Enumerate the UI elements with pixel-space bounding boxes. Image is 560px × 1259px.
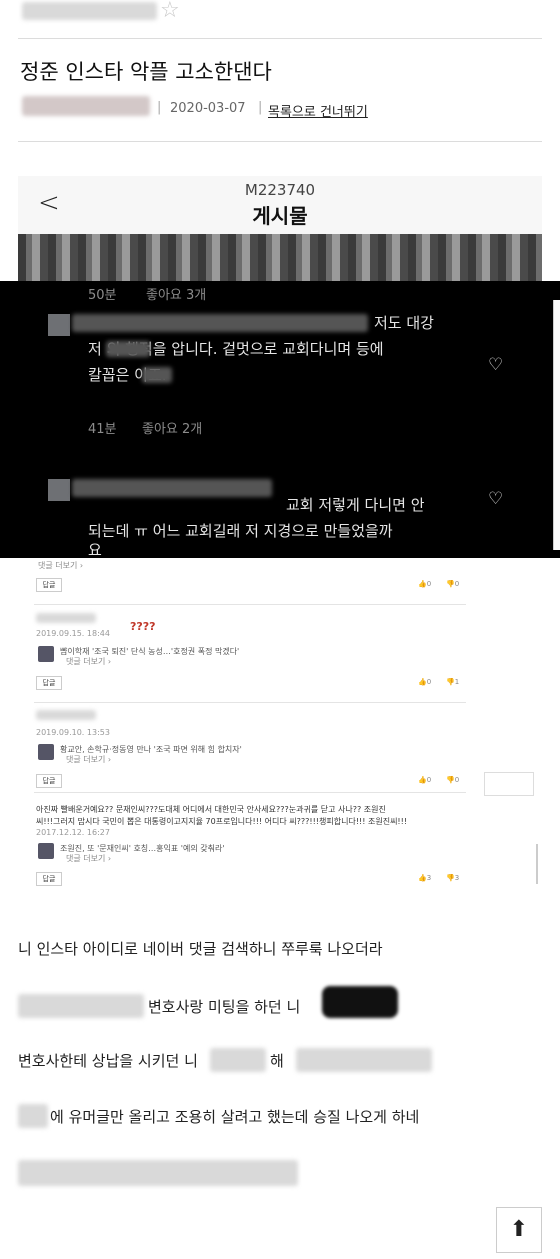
meta-separator: | [157, 100, 162, 115]
body-paragraph: 변호사한테 상납을 시키던 니 [18, 1052, 198, 1070]
vote-down[interactable]: 👎0 [446, 580, 459, 588]
comment-text: 저도 대강 [374, 314, 434, 332]
blurred-text [18, 1160, 298, 1186]
divider [34, 604, 466, 605]
reply-button[interactable]: 답글 [36, 872, 62, 886]
vote-down[interactable]: 👎1 [446, 678, 459, 686]
vote-up[interactable]: 👍0 [418, 776, 431, 784]
blurred-text [18, 1104, 48, 1128]
reply-button[interactable]: 답글 [36, 774, 62, 788]
post-id: M223740 [244, 181, 316, 199]
more-replies-link[interactable]: 댓글 더보기 › [38, 560, 83, 571]
vote-up[interactable]: 👍0 [418, 678, 431, 686]
avatar [48, 314, 70, 336]
body-paragraph: 해 [270, 1052, 284, 1070]
comment-date: 2017.12.12. 16:27 [36, 828, 110, 837]
divider [18, 38, 542, 39]
more-replies-link[interactable]: 댓글 더보기 › [66, 853, 111, 864]
arrow-up-icon: ⬆ [509, 1217, 529, 1242]
vote-down[interactable]: 👎0 [446, 776, 459, 784]
comment-text: 되는데 ㅠ 어느 교회길래 저 지경으로 만들었을까 [88, 522, 393, 540]
blurred-author-name [22, 96, 150, 116]
vote-down[interactable]: 👎3 [446, 874, 459, 882]
blurred-name [142, 367, 172, 383]
news-comments-screenshot: 댓글 더보기 › 답글 👍0 👎0 ???? 2019.09.15. 18:44… [0, 558, 560, 890]
reply-button[interactable]: 답글 [36, 578, 62, 592]
instagram-comments-screenshot: 50분 좋아요 3개 저도 대강 저 의 행적을 압니다. 겉멋으로 교회다니며… [0, 281, 560, 559]
comment-body: 아진짜 빨배운거예요?? 문재인씨???도대체 어디에서 대한민국 안사세요??… [36, 805, 386, 814]
blurred-username [36, 710, 96, 720]
post-title: 정준 인스타 악플 고소한댄다 [20, 60, 272, 84]
redaction-mark [322, 986, 398, 1018]
blurred-text [18, 994, 144, 1018]
meta-separator: | [258, 100, 263, 115]
vote-up[interactable]: 👍0 [418, 580, 431, 588]
more-replies-link[interactable]: 댓글 더보기 › [66, 754, 111, 765]
post-date: 2020-03-07 [170, 101, 246, 116]
scrollbar[interactable] [536, 844, 538, 884]
article-thumbnail [38, 744, 54, 760]
vote-up[interactable]: 👍3 [418, 874, 431, 882]
comment-text: 교회 저렇게 다니면 안 [286, 496, 425, 514]
blurred-text [210, 1048, 266, 1072]
heart-icon[interactable]: ♡ [488, 489, 503, 509]
blurred-author-badge [22, 2, 157, 20]
comment-date: 2019.09.10. 13:53 [36, 728, 110, 737]
scroll-to-top-button[interactable]: ⬆ [496, 1207, 542, 1253]
red-annotation: ???? [130, 620, 156, 633]
skip-to-list-link[interactable]: 목록으로 건너뛰기 [268, 101, 368, 120]
comment-date: 2019.09.15. 18:44 [36, 629, 110, 638]
heart-icon[interactable]: ♡ [488, 355, 503, 375]
divider [34, 702, 466, 703]
star-outline-icon[interactable]: ☆ [160, 0, 180, 23]
body-paragraph: 변호사랑 미팅을 하던 니 [148, 998, 301, 1016]
more-replies-link[interactable]: 댓글 더보기 › [66, 656, 111, 667]
divider [18, 141, 542, 142]
side-panel [484, 772, 534, 796]
comment-time: 41분 [88, 422, 117, 437]
edge-scrollbar [553, 300, 560, 550]
avatar [48, 479, 70, 501]
comment-likes: 좋아요 3개 [146, 288, 207, 303]
reply-button[interactable]: 답글 [36, 676, 62, 690]
blurred-username [72, 479, 272, 497]
divider [34, 792, 466, 793]
photo-strip [18, 234, 542, 282]
comment-body: 씨!!!그러지 맙시다 국민이 뽑은 대통령이고지지율 70프로입니다!!! 어… [36, 817, 408, 826]
blurred-name [106, 341, 150, 357]
article-thumbnail [38, 843, 54, 859]
blurred-username [36, 613, 96, 623]
comment-time: 50분 [88, 288, 117, 303]
comment-likes: 좋아요 2개 [142, 422, 203, 437]
embedded-app-screenshot: < M223740 게시물 [18, 176, 542, 282]
blurred-text [296, 1048, 432, 1072]
body-paragraph: 에 유머글만 올리고 조용히 살려고 했는데 승질 나오게 하네 [50, 1108, 420, 1126]
article-thumbnail [38, 646, 54, 662]
app-heading: 게시물 [252, 204, 308, 228]
blurred-username [72, 314, 368, 332]
body-paragraph: 니 인스타 아이디로 네이버 댓글 검색하니 쭈루룩 나오더라 [18, 940, 383, 958]
